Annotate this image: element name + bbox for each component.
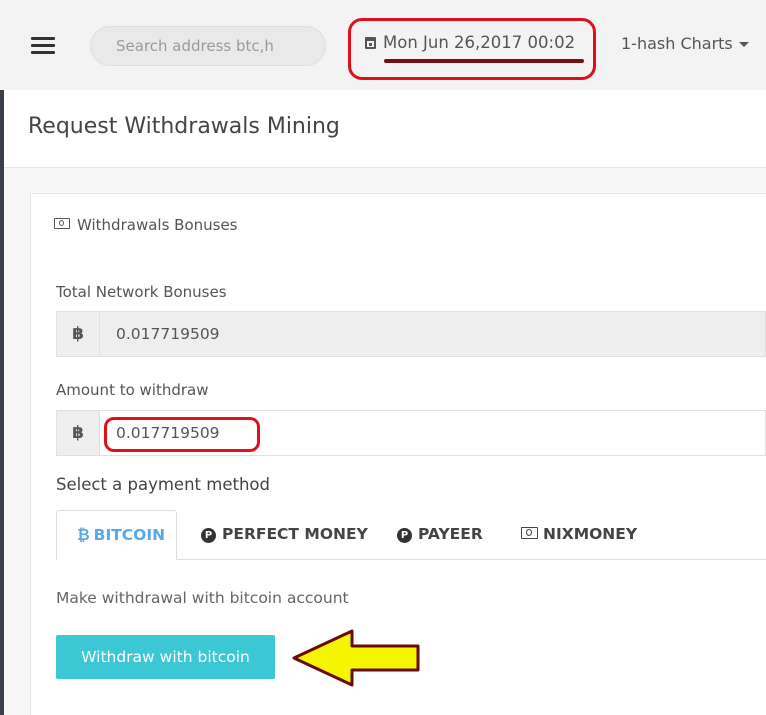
panel-heading: Withdrawals Bonuses <box>77 216 238 234</box>
search-input[interactable] <box>90 26 326 66</box>
tab-bitcoin[interactable]: ₿ BITCOIN <box>56 510 177 560</box>
charts-dropdown[interactable]: 1-hash Charts <box>621 34 749 53</box>
money-icon <box>521 527 538 539</box>
method-description: Make withdrawal with bitcoin account <box>56 589 349 607</box>
payeer-icon: P <box>397 528 412 543</box>
tab-perfect-money[interactable]: P PERFECT MONEY <box>181 510 368 560</box>
total-bonuses-label: Total Network Bonuses <box>56 283 227 301</box>
perfect-money-icon: P <box>201 528 216 543</box>
tab-label: PERFECT MONEY <box>222 525 368 543</box>
annotation-highlight-amount <box>104 417 260 452</box>
page-title: Request Withdrawals Mining <box>28 114 340 139</box>
total-bonuses-field: 0.017719509 <box>100 311 766 357</box>
tab-nixmoney[interactable]: NIXMONEY <box>501 510 637 560</box>
amount-label: Amount to withdraw <box>56 381 209 399</box>
caret-down-icon <box>738 42 749 47</box>
annotation-highlight-datetime <box>348 18 596 80</box>
money-icon <box>54 218 70 229</box>
charts-dropdown-label: 1-hash Charts <box>621 34 733 53</box>
menu-toggle-icon[interactable] <box>31 37 55 55</box>
bitcoin-addon-icon: ฿ <box>56 410 100 456</box>
tab-label: BITCOIN <box>93 526 166 544</box>
annotation-arrow <box>292 629 420 687</box>
tab-payeer[interactable]: P PAYEER <box>377 510 483 560</box>
bitcoin-addon-icon: ฿ <box>56 311 100 357</box>
withdraw-bitcoin-button[interactable]: Withdraw with bitcoin <box>56 635 275 679</box>
bitcoin-icon: ₿ <box>77 526 90 544</box>
payment-method-label: Select a payment method <box>56 475 270 494</box>
tab-label: PAYEER <box>418 525 483 543</box>
tab-label: NIXMONEY <box>543 525 638 543</box>
